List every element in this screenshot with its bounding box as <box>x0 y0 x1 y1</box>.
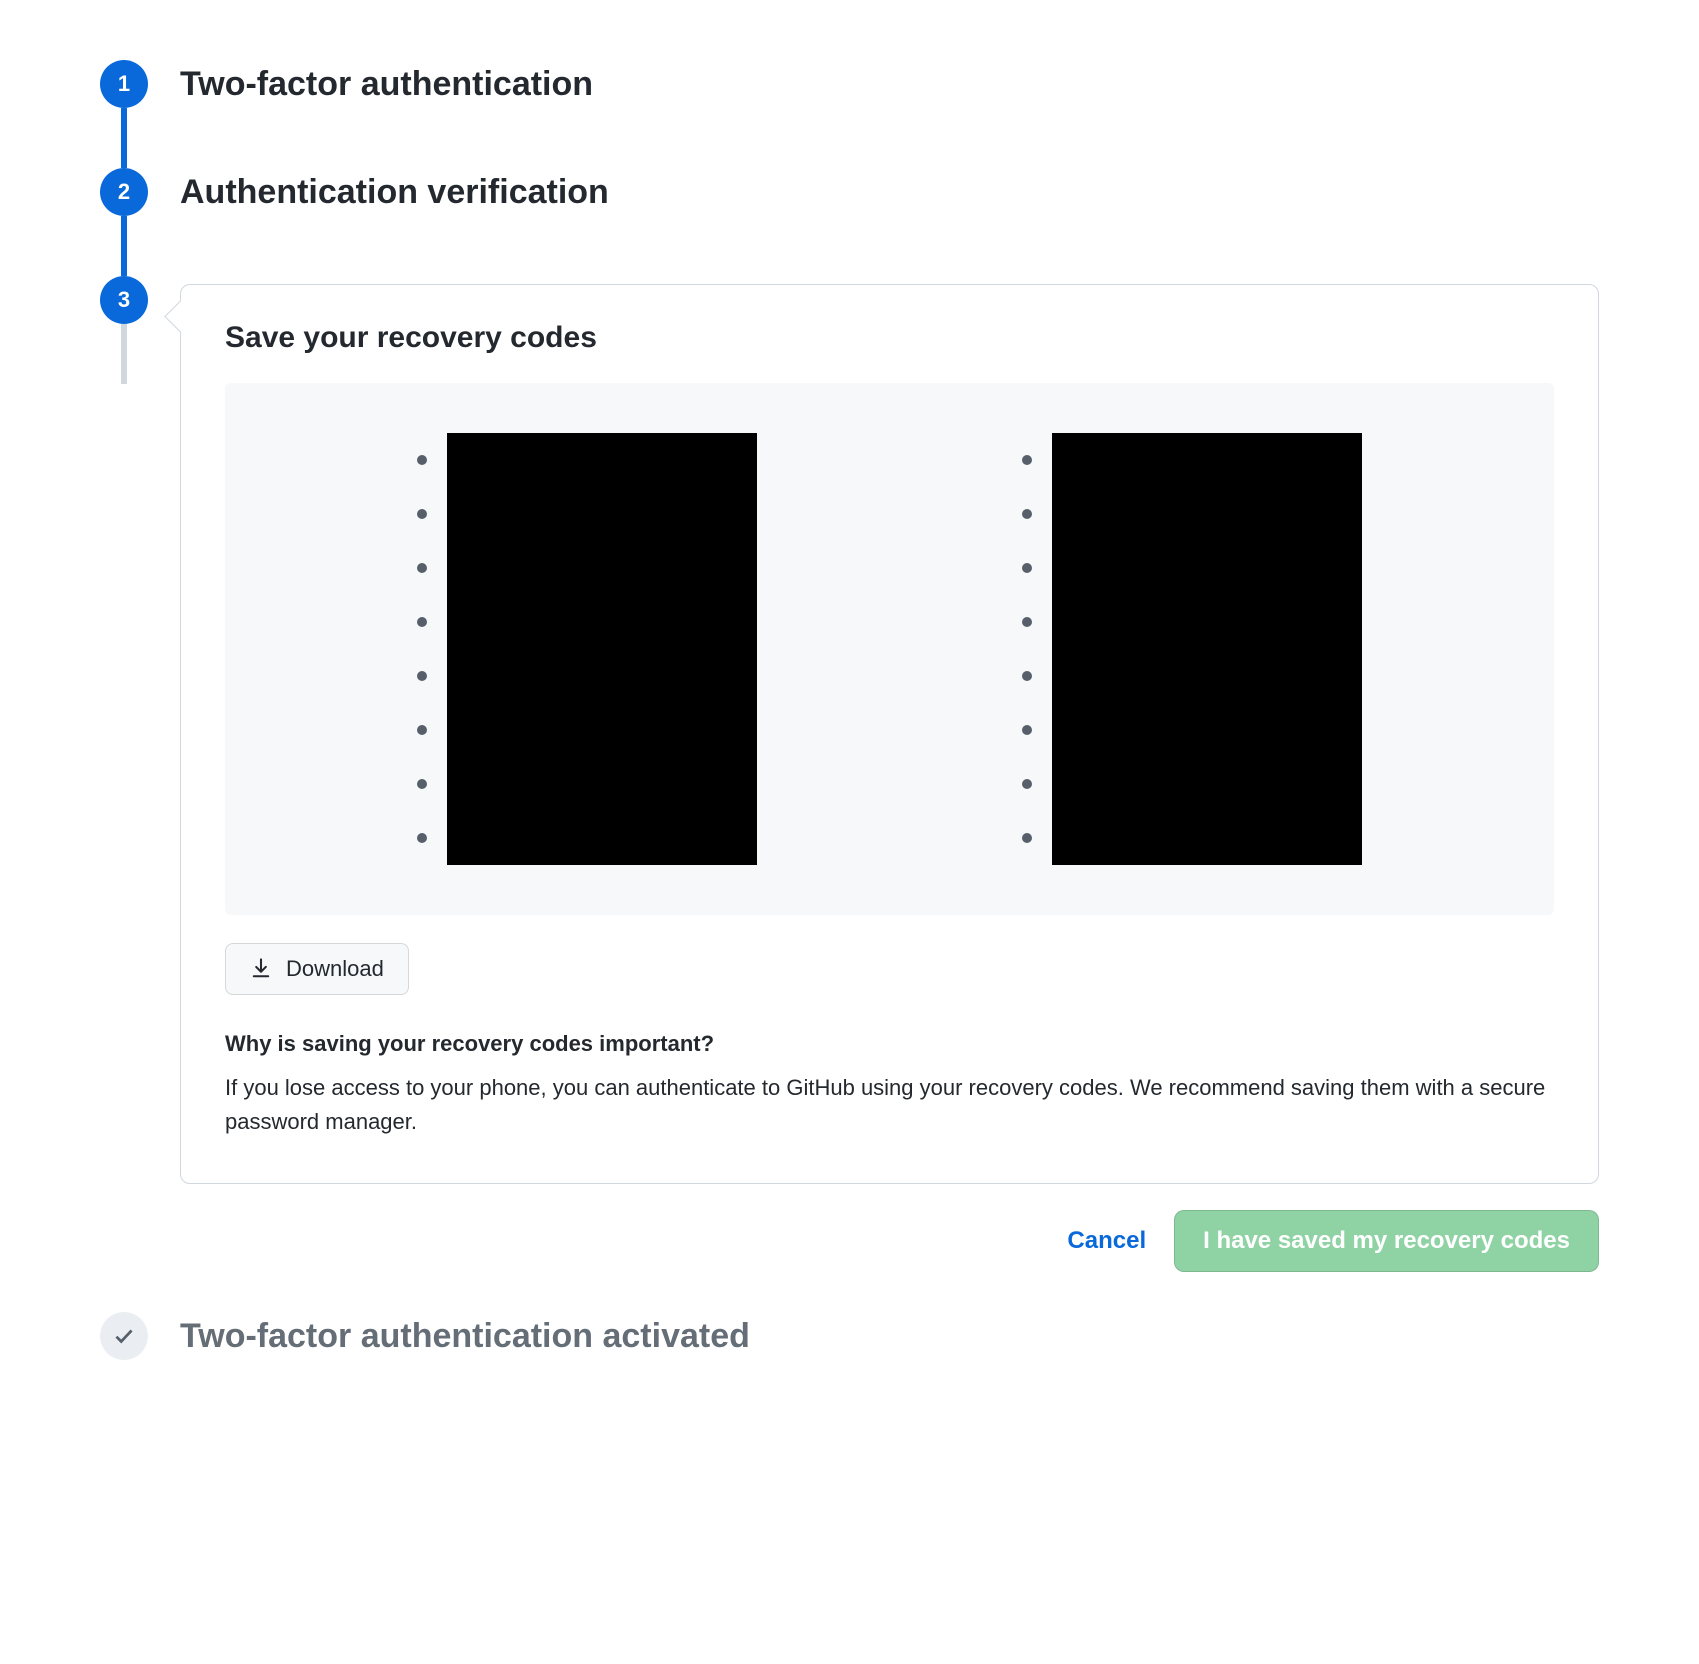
download-icon <box>250 958 272 980</box>
download-button-label: Download <box>286 956 384 982</box>
step-1-title: Two-factor authentication <box>180 60 1599 108</box>
recovery-code-redacted <box>1052 487 1362 541</box>
recovery-code-item <box>1022 487 1362 541</box>
recovery-code-item <box>1022 757 1362 811</box>
recovery-codes-card: Save your recovery codes <box>180 284 1599 1184</box>
card-title: Save your recovery codes <box>225 321 1554 355</box>
recovery-code-redacted <box>447 811 757 865</box>
recovery-code-item <box>1022 433 1362 487</box>
why-important-body: If you lose access to your phone, you ca… <box>225 1071 1554 1139</box>
recovery-code-redacted <box>447 649 757 703</box>
recovery-code-redacted <box>1052 649 1362 703</box>
recovery-code-item <box>1022 541 1362 595</box>
step-1-row: 1 Two-factor authentication <box>100 60 1599 168</box>
step-2-title: Authentication verification <box>180 168 1599 216</box>
recovery-code-redacted <box>447 703 757 757</box>
why-important-heading: Why is saving your recovery codes import… <box>225 1031 1554 1057</box>
recovery-code-redacted <box>1052 433 1362 487</box>
step-3-indicator: 3 <box>100 276 148 324</box>
recovery-code-item <box>1022 811 1362 865</box>
recovery-code-item <box>417 811 757 865</box>
step-2-row: 2 Authentication verification <box>100 168 1599 276</box>
recovery-code-redacted <box>1052 541 1362 595</box>
step-actions: Cancel I have saved my recovery codes <box>180 1210 1599 1272</box>
recovery-code-redacted <box>1052 811 1362 865</box>
step-1-indicator: 1 <box>100 60 148 108</box>
recovery-code-item <box>1022 595 1362 649</box>
recovery-code-item <box>417 433 757 487</box>
step-2-indicator: 2 <box>100 168 148 216</box>
recovery-code-item <box>1022 703 1362 757</box>
download-button[interactable]: Download <box>225 943 409 995</box>
confirm-saved-button[interactable]: I have saved my recovery codes <box>1174 1210 1599 1272</box>
recovery-codes-column-right <box>1022 433 1362 865</box>
recovery-code-redacted <box>447 757 757 811</box>
step-3-row: 3 Save your recovery codes <box>100 276 1599 1312</box>
recovery-code-redacted <box>447 595 757 649</box>
recovery-codes-column-left <box>417 433 757 865</box>
recovery-code-redacted <box>1052 757 1362 811</box>
recovery-code-redacted <box>447 433 757 487</box>
recovery-code-item <box>1022 649 1362 703</box>
recovery-code-item <box>417 757 757 811</box>
recovery-code-item <box>417 595 757 649</box>
recovery-code-item <box>417 703 757 757</box>
cancel-button[interactable]: Cancel <box>1067 1227 1146 1255</box>
step-4-indicator <box>100 1312 148 1360</box>
step-4-row: Two-factor authentication activated <box>100 1312 1599 1370</box>
recovery-code-item <box>417 649 757 703</box>
recovery-codes-panel <box>225 383 1554 915</box>
check-icon <box>113 1325 135 1347</box>
recovery-code-redacted <box>1052 703 1362 757</box>
recovery-code-redacted <box>447 487 757 541</box>
recovery-code-redacted <box>447 541 757 595</box>
step-4-title: Two-factor authentication activated <box>180 1312 1599 1360</box>
recovery-code-item <box>417 541 757 595</box>
two-factor-setup-wizard: 1 Two-factor authentication 2 Authentica… <box>100 60 1599 1370</box>
recovery-code-item <box>417 487 757 541</box>
recovery-code-redacted <box>1052 595 1362 649</box>
